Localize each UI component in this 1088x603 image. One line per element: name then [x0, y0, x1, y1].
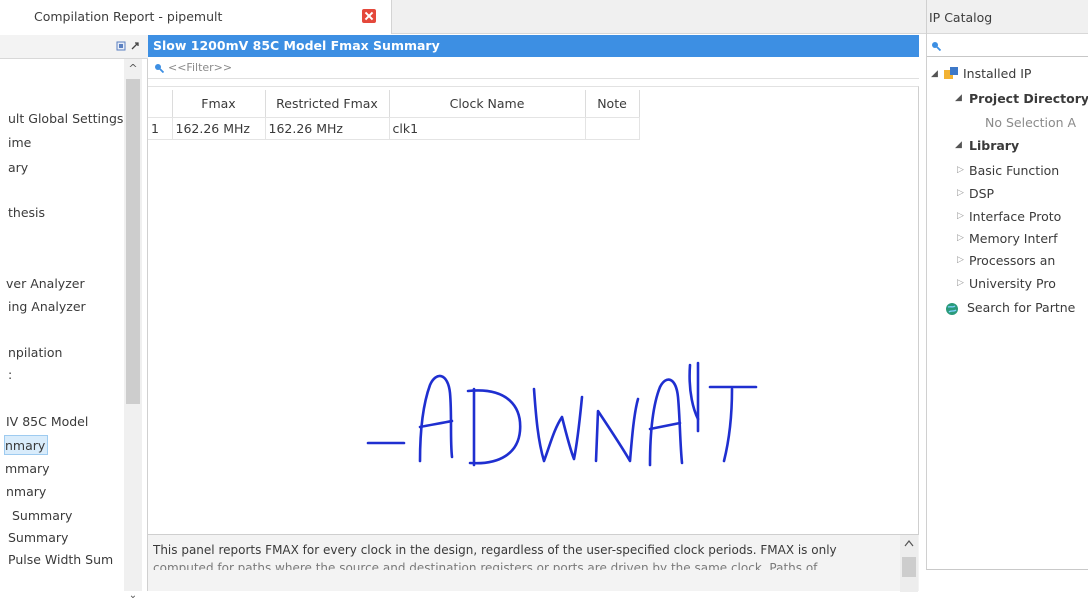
nav-item[interactable]: ing Analyzer: [8, 297, 86, 317]
column-header-index[interactable]: [148, 90, 173, 118]
scroll-up-icon[interactable]: [904, 539, 914, 547]
search-icon: [932, 42, 941, 51]
cell-clock-name: clk1: [389, 117, 586, 140]
tree-item-library-child[interactable]: University Pro: [969, 274, 1056, 294]
nav-item[interactable]: mmary: [5, 459, 50, 479]
tab-strip: Compilation Report - pipemult: [0, 0, 926, 34]
fmax-table: Fmax Restricted Fmax Clock Name Note 1 1…: [148, 90, 640, 140]
pin-icon[interactable]: [116, 41, 126, 51]
table-header-row: Fmax Restricted Fmax Clock Name Note: [148, 90, 640, 118]
installed-ip-icon: [944, 67, 958, 79]
nav-item[interactable]: thesis: [8, 203, 45, 223]
float-icon[interactable]: [130, 41, 140, 51]
expand-right-icon[interactable]: ▷: [957, 255, 964, 265]
expand-right-icon[interactable]: ▷: [957, 211, 964, 221]
expand-right-icon[interactable]: ▷: [957, 278, 964, 288]
tree-item-library-child[interactable]: Interface Proto: [969, 207, 1061, 227]
column-header-fmax[interactable]: Fmax: [172, 90, 266, 118]
cell-note: [585, 117, 640, 140]
globe-icon: [946, 303, 958, 315]
tree-item-no-selection: No Selection A: [985, 115, 1077, 130]
filter-input[interactable]: <<Filter>>: [168, 61, 232, 74]
tree-item-installed-ip[interactable]: Installed IP: [963, 64, 1031, 84]
nav-item[interactable]: ime: [8, 133, 31, 153]
nav-item[interactable]: Summary: [12, 506, 72, 526]
tree-item-project-directory[interactable]: Project Directory: [969, 89, 1088, 109]
nav-item[interactable]: npilation: [8, 343, 62, 363]
column-header-note[interactable]: Note: [585, 90, 640, 118]
panel-title: Slow 1200mV 85C Model Fmax Summary: [148, 35, 919, 57]
column-header-restricted-fmax[interactable]: Restricted Fmax: [265, 90, 390, 118]
nav-pane-header: [0, 35, 148, 59]
row-index: 1: [148, 117, 173, 140]
nav-item-fmax-summary[interactable]: nmary: [4, 435, 49, 455]
scroll-thumb[interactable]: [126, 79, 140, 404]
scroll-up-icon[interactable]: ^: [124, 61, 142, 77]
filter-row: <<Filter>>: [148, 57, 919, 79]
description-text-continued: computed for paths where the source and …: [153, 561, 818, 570]
nav-item[interactable]: IV 85C Model: [6, 412, 88, 432]
ip-search-field[interactable]: [927, 35, 1088, 57]
cell-restricted-fmax: 162.26 MHz: [265, 117, 390, 140]
tab-title: Compilation Report - pipemult: [34, 9, 223, 24]
table-row[interactable]: 1 162.26 MHz 162.26 MHz clk1: [148, 117, 640, 140]
expand-right-icon[interactable]: ▷: [957, 165, 964, 175]
ip-catalog-header: IP Catalog: [927, 0, 1088, 34]
panel-description: This panel reports FMAX for every clock …: [148, 534, 919, 592]
tab-compilation-report[interactable]: Compilation Report - pipemult: [0, 0, 392, 34]
column-header-clock-name[interactable]: Clock Name: [389, 90, 586, 118]
nav-item[interactable]: ver Analyzer: [6, 274, 85, 294]
description-text: This panel reports FMAX for every clock …: [153, 543, 837, 557]
expand-down-icon[interactable]: ◢: [931, 69, 938, 79]
nav-item[interactable]: ult Global Settings: [8, 109, 123, 129]
expand-down-icon[interactable]: ◢: [955, 140, 962, 150]
search-icon: [155, 64, 164, 73]
tree-item-search-partner[interactable]: Search for Partne: [967, 298, 1075, 318]
description-scrollbar[interactable]: [900, 535, 918, 592]
nav-scrollbar[interactable]: ^ ⌄: [124, 59, 142, 601]
report-navigation-pane: ^ ⌄ ult Global Settings ime ary thesis v…: [0, 35, 148, 601]
nav-item[interactable]: Pulse Width Sum: [8, 550, 113, 570]
nav-item[interactable]: Summary: [8, 528, 68, 548]
ip-catalog-pane: IP Catalog ◢ Installed IP ◢ Project Dire…: [926, 0, 1088, 570]
tree-item-library-child[interactable]: DSP: [969, 184, 994, 204]
tree-item-library-child[interactable]: Basic Function: [969, 161, 1059, 181]
tree-item-library-child[interactable]: Processors an: [969, 251, 1055, 271]
nav-item[interactable]: ary: [8, 158, 28, 178]
handwritten-signature: [366, 361, 758, 467]
fmax-table-area: Fmax Restricted Fmax Clock Name Note 1 1…: [148, 86, 919, 566]
expand-right-icon[interactable]: ▷: [957, 188, 964, 198]
expand-right-icon[interactable]: ▷: [957, 233, 964, 243]
cell-fmax: 162.26 MHz: [172, 117, 266, 140]
nav-item[interactable]: nmary: [6, 482, 46, 502]
tree-item-library-child[interactable]: Memory Interf: [969, 229, 1058, 249]
ip-catalog-title: IP Catalog: [929, 10, 993, 25]
expand-down-icon[interactable]: ◢: [955, 93, 962, 103]
report-panel: Slow 1200mV 85C Model Fmax Summary <<Fil…: [148, 35, 919, 592]
nav-item[interactable]: :: [8, 365, 12, 385]
tree-item-library[interactable]: Library: [969, 136, 1019, 156]
close-icon[interactable]: [362, 9, 376, 23]
scroll-thumb[interactable]: [902, 557, 916, 577]
scroll-down-icon[interactable]: ⌄: [124, 589, 142, 603]
